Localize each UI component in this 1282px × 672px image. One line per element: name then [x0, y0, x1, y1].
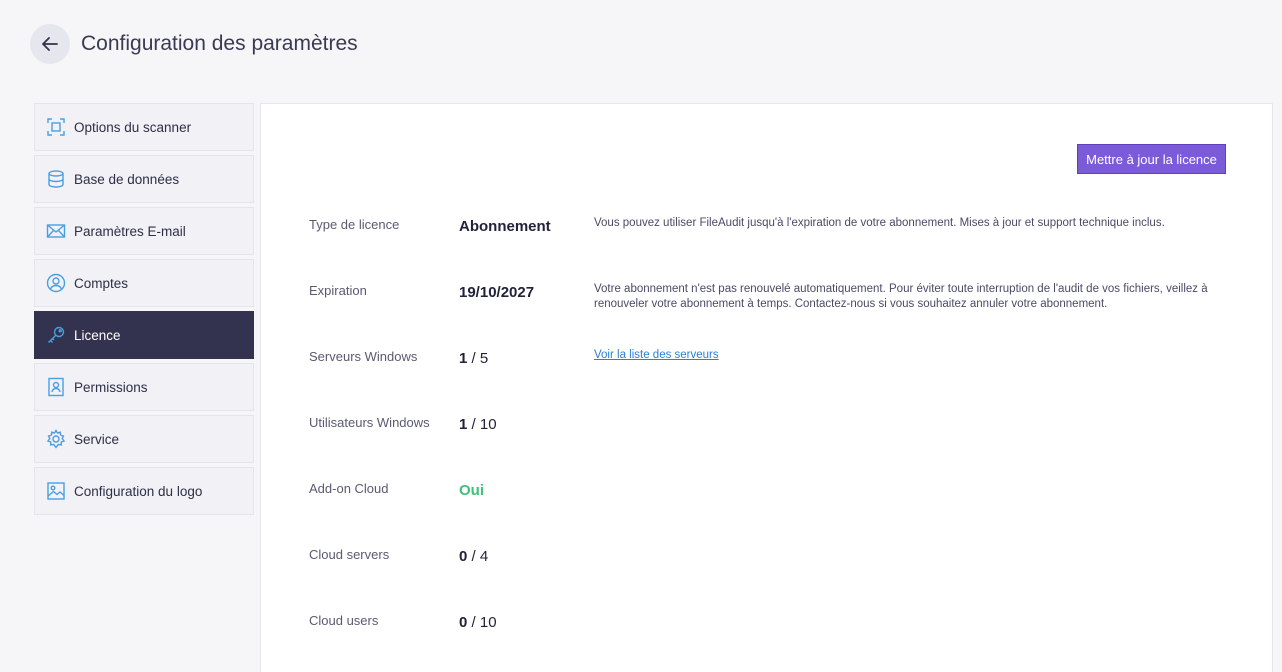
windows-users-value: 1 / 10: [459, 416, 497, 433]
sidebar: Options du scanner Base de données Param…: [34, 103, 254, 519]
sidebar-item-label: Base de données: [74, 171, 180, 187]
windows-users-used: 1: [459, 416, 468, 433]
sidebar-item-logo-config[interactable]: Configuration du logo: [34, 467, 254, 515]
license-panel: Mettre à jour la licence Type de licence…: [260, 103, 1273, 672]
expiration-value: 19/10/2027: [459, 284, 535, 301]
mail-icon: [46, 221, 66, 241]
windows-users-label: Utilisateurs Windows: [309, 415, 430, 430]
cloud-users-used: 0: [459, 614, 468, 631]
sidebar-item-scanner-options[interactable]: Options du scanner: [34, 103, 254, 151]
sidebar-item-email-settings[interactable]: Paramètres E-mail: [34, 207, 254, 255]
sidebar-item-label: Configuration du logo: [74, 483, 203, 499]
server-list-link[interactable]: Voir la liste des serveurs: [594, 348, 719, 363]
sidebar-item-license[interactable]: Licence: [34, 311, 254, 359]
license-type-value: Abonnement: [459, 218, 551, 235]
sidebar-item-database[interactable]: Base de données: [34, 155, 254, 203]
expiration-desc: Votre abonnement n'est pas renouvelé aut…: [594, 283, 1208, 310]
badge-icon: [46, 377, 66, 397]
cloud-users-value: 0 / 10: [459, 614, 497, 631]
cloud-users-label: Cloud users: [309, 613, 379, 628]
image-icon: [46, 481, 66, 501]
gear-icon: [46, 429, 66, 449]
cloud-servers-value: 0 / 4: [459, 548, 488, 565]
page-title: Configuration des paramètres: [81, 32, 358, 55]
windows-servers-value: 1 / 5: [459, 350, 488, 367]
windows-users-total: / 10: [471, 416, 497, 433]
windows-servers-used: 1: [459, 350, 468, 367]
scan-icon: [46, 117, 66, 137]
sidebar-item-label: Licence: [74, 327, 121, 343]
expiration-label: Expiration: [309, 283, 367, 298]
cloud-servers-label: Cloud servers: [309, 547, 390, 562]
sidebar-item-label: Options du scanner: [74, 119, 192, 135]
database-icon: [46, 169, 66, 189]
update-license-button[interactable]: Mettre à jour la licence: [1077, 144, 1226, 174]
windows-servers-label: Serveurs Windows: [309, 349, 418, 364]
license-type-desc: Vous pouvez utiliser FileAudit jusqu'à l…: [594, 217, 1165, 229]
sidebar-item-accounts[interactable]: Comptes: [34, 259, 254, 307]
cloud-addon-value: Oui: [459, 482, 484, 499]
cloud-users-total: / 10: [471, 614, 497, 631]
sidebar-item-service[interactable]: Service: [34, 415, 254, 463]
arrow-left-icon: [42, 37, 58, 51]
cloud-servers-total: / 4: [471, 548, 489, 565]
header: Configuration des paramètres: [30, 24, 358, 64]
cloud-addon-label: Add-on Cloud: [309, 481, 389, 496]
sidebar-item-permissions[interactable]: Permissions: [34, 363, 254, 411]
sidebar-item-label: Paramètres E-mail: [74, 223, 186, 239]
back-button[interactable]: [30, 24, 70, 64]
sidebar-item-label: Permissions: [74, 379, 148, 395]
windows-servers-total: / 5: [471, 350, 489, 367]
sidebar-item-label: Service: [74, 431, 120, 447]
cloud-servers-used: 0: [459, 548, 468, 565]
sidebar-item-label: Comptes: [74, 275, 129, 291]
license-type-label: Type de licence: [309, 217, 400, 232]
key-icon: [46, 325, 66, 345]
user-circle-icon: [46, 273, 66, 293]
